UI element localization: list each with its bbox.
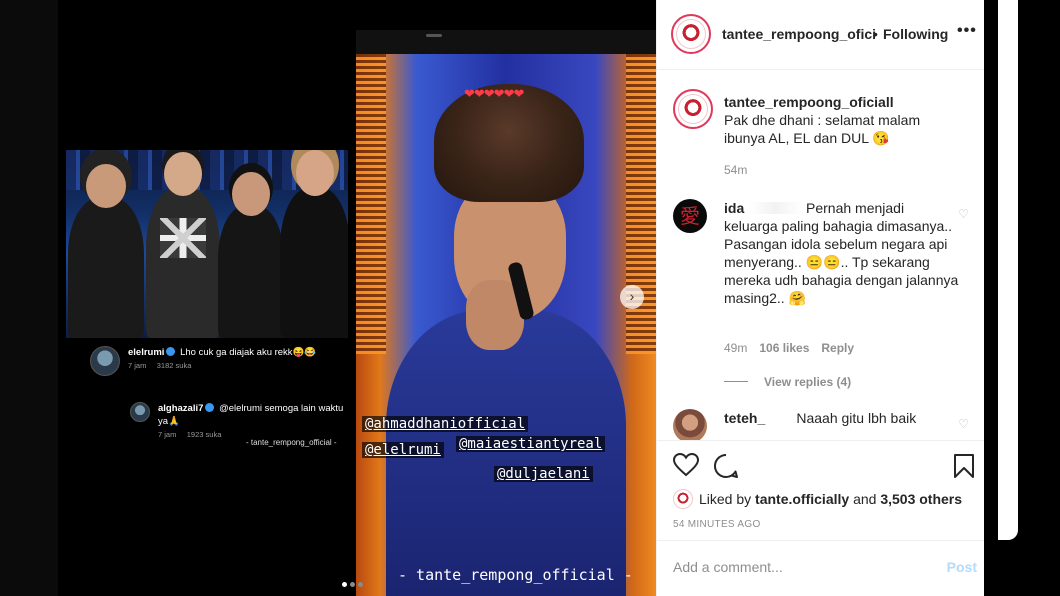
verified-icon <box>205 403 215 412</box>
comment-username[interactable]: ida <box>724 200 744 216</box>
comment-text: Pernah menjadi keluarga paling bahagia d… <box>724 200 959 306</box>
post-media: elelrumi Lho cuk ga diajak aku rekk😝😂 7 … <box>58 0 656 596</box>
bookmark-icon[interactable] <box>953 453 975 484</box>
post-actions: Liked by tante.officially and 3,503 othe… <box>657 440 985 540</box>
liked-by-prefix: Liked by <box>699 491 752 507</box>
likes-others-link[interactable]: 3,503 others <box>880 491 962 507</box>
following-button[interactable]: Following <box>883 26 948 42</box>
carousel-indicator <box>342 574 366 592</box>
carousel-dot <box>358 582 363 587</box>
commenter-avatar[interactable] <box>673 409 707 440</box>
author-avatar[interactable] <box>673 89 713 129</box>
post-comment-button[interactable]: Post <box>947 559 977 575</box>
comment-likes: 1923 suka <box>186 430 222 439</box>
comment-like-heart-icon[interactable]: ♡ <box>958 205 969 223</box>
comment-text: Naaah gitu lbh baik <box>796 410 917 426</box>
comment-bubble-icon[interactable] <box>713 453 739 484</box>
embedded-comment-alghazali7: alghazali7 @elelrumi semoga lain waktu y… <box>130 402 350 441</box>
comment-like-heart-icon[interactable]: ♡ <box>958 415 969 433</box>
caption-username[interactable]: tantee_rempoong_oficiall <box>724 94 894 110</box>
avatar <box>90 346 120 376</box>
comment-time: 49m <box>724 341 748 355</box>
group-photo <box>66 150 348 338</box>
person-1 <box>68 164 144 338</box>
post-side-panel: tantee_rempoong_ofici • Following ••• ta… <box>656 0 985 596</box>
mention-tag: @maiaestiantyreal <box>456 436 606 452</box>
mention-tag: @duljaelani <box>494 466 593 482</box>
carousel-dot-active <box>342 582 347 587</box>
comment-text: Lho cuk ga diajak aku rekk😝😂 <box>180 347 317 358</box>
avatar <box>130 402 150 422</box>
reply-button[interactable]: Reply <box>821 341 854 355</box>
instagram-post-modal: elelrumi Lho cuk ga diajak aku rekk😝😂 7 … <box>0 0 1060 596</box>
liked-by-row: Liked by tante.officially and 3,503 othe… <box>673 489 962 509</box>
video-frame: ❤❤❤❤❤❤ @ahmaddhaniofficial @elelrumi @ma… <box>356 30 656 596</box>
carousel-dot <box>350 582 355 587</box>
post-timestamp[interactable]: 54 MINUTES AGO <box>673 519 761 530</box>
comment-input[interactable] <box>673 559 923 575</box>
watermark-left: - tante_rempong_official - <box>246 438 337 447</box>
backdrop-right <box>984 0 1060 596</box>
led-wall-right <box>626 54 656 354</box>
led-wall-left <box>356 54 386 354</box>
comments-list[interactable]: tantee_rempoong_oficiall Pak dhe dhani :… <box>657 71 985 440</box>
person-2 <box>146 152 220 338</box>
commenter-avatar[interactable]: 愛 <box>673 199 707 233</box>
watermark-video: - tante_rempong_official - <box>398 566 633 584</box>
view-replies-label: View replies (4) <box>764 375 852 389</box>
caption-time: 54m <box>724 163 748 177</box>
comment-time: 7 jam <box>158 430 177 439</box>
comment-time: 7 jam <box>128 361 147 370</box>
person-4 <box>280 150 348 338</box>
adjacent-panel-edge <box>998 0 1018 540</box>
video-notch <box>426 34 442 37</box>
liker-username[interactable]: tante.officially <box>755 491 849 507</box>
comment-username[interactable]: teteh_ <box>724 410 765 426</box>
hearts-sticker: ❤❤❤❤❤❤ <box>464 86 524 101</box>
view-replies-button[interactable]: View replies (4) <box>724 373 851 391</box>
more-options-icon[interactable]: ••• <box>957 22 977 40</box>
mention-tag: @ahmaddhaniofficial <box>362 416 529 432</box>
comment-username: elelrumi <box>128 347 165 358</box>
separator-dot: • <box>873 26 878 42</box>
comment-likes: 3182 suka <box>156 361 192 370</box>
next-slide-button[interactable]: › <box>620 285 644 309</box>
mention-tag: @elelrumi <box>362 442 444 458</box>
caption-text: Pak dhe dhani : selamat malam ibunya AL,… <box>724 112 921 146</box>
like-heart-icon[interactable] <box>672 452 700 482</box>
comment-meta: 49m 106 likes Reply <box>724 339 854 357</box>
person-3 <box>218 172 284 338</box>
comment-username: alghazali7 <box>158 403 204 414</box>
chevron-right-icon: › <box>629 288 635 304</box>
redacted-name <box>748 202 803 214</box>
post-header: tantee_rempoong_ofici • Following ••• <box>657 0 985 70</box>
author-username[interactable]: tantee_rempoong_ofici <box>722 26 876 42</box>
liker-avatar[interactable] <box>673 489 693 509</box>
verified-icon <box>166 347 176 356</box>
liked-by-and: and <box>853 491 877 507</box>
author-avatar[interactable] <box>671 14 711 54</box>
add-comment-bar: Post <box>657 540 985 596</box>
embedded-comment-elelrumi: elelrumi Lho cuk ga diajak aku rekk😝😂 7 … <box>90 346 340 376</box>
screenshot-left-panel: elelrumi Lho cuk ga diajak aku rekk😝😂 7 … <box>66 150 348 460</box>
comment-likes[interactable]: 106 likes <box>759 341 809 355</box>
